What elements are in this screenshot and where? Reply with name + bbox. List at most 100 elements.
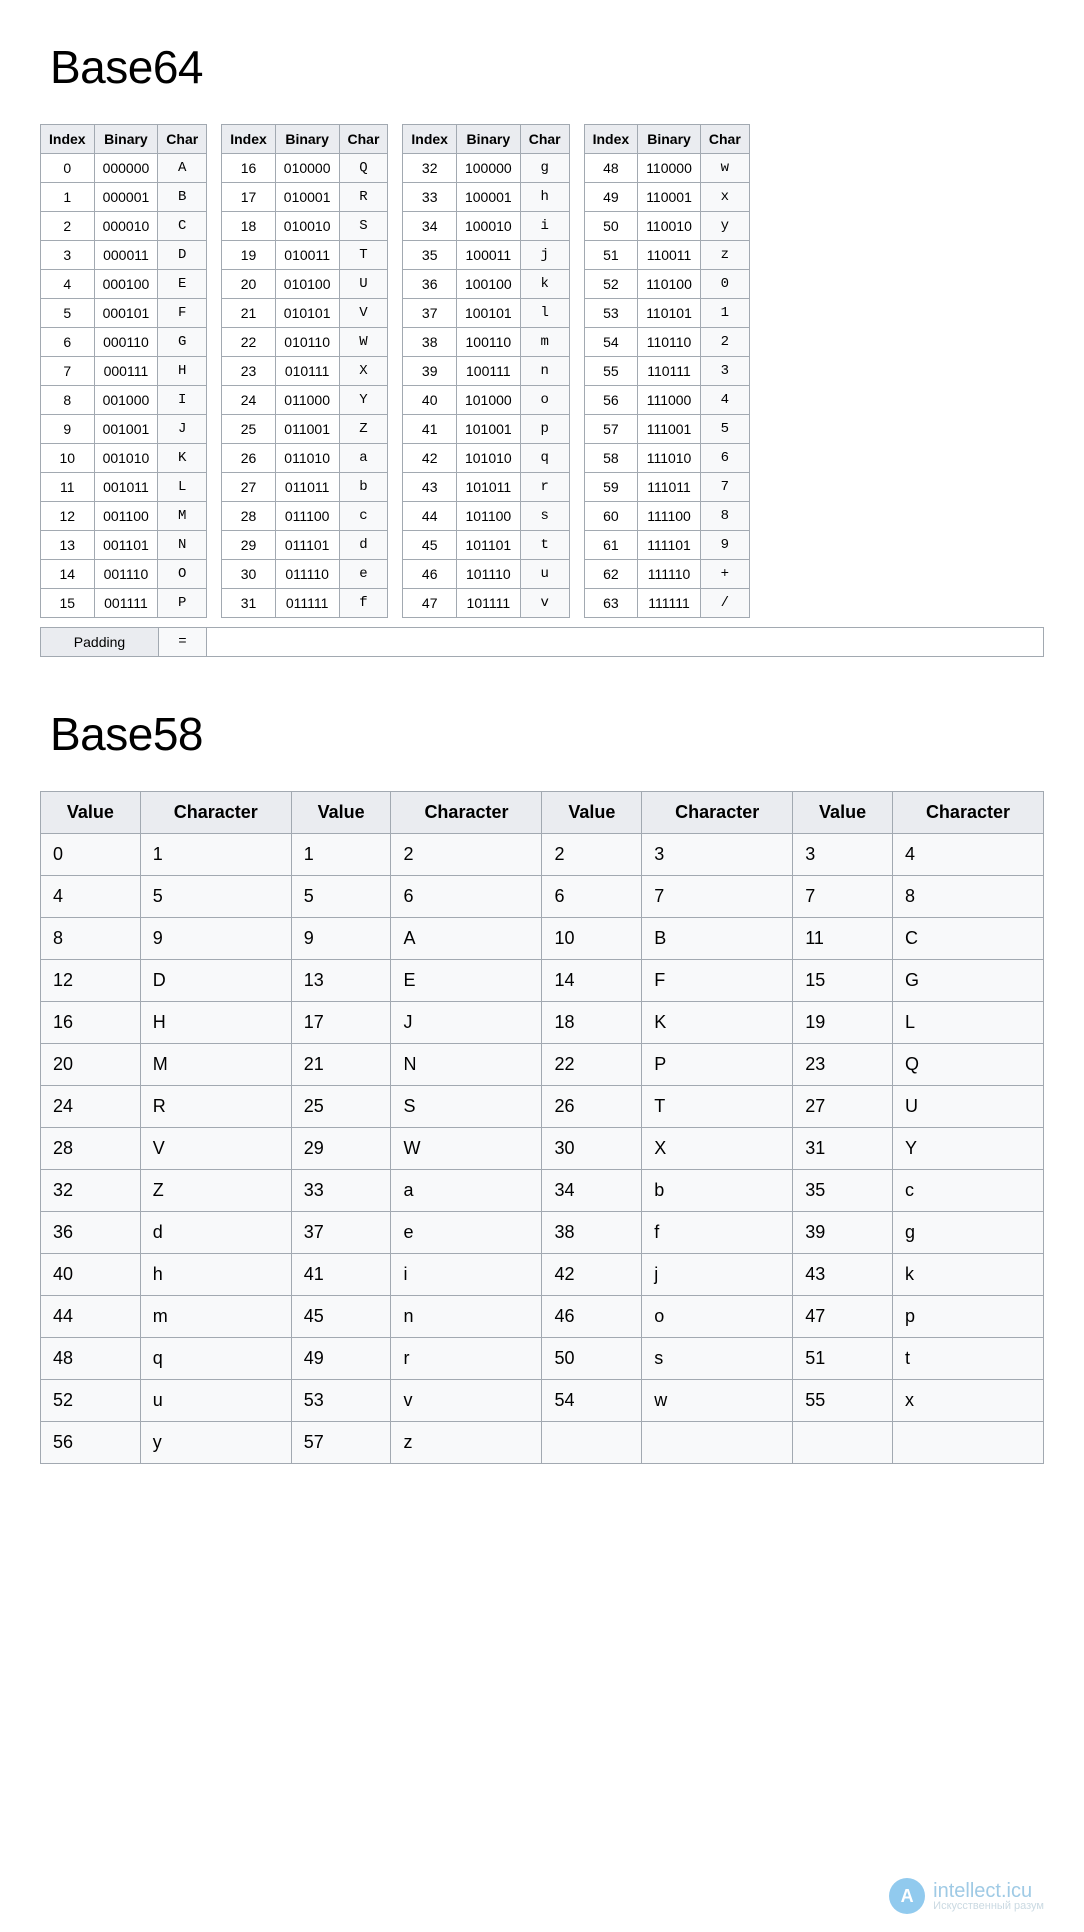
b64-char: y xyxy=(700,212,749,241)
b64-char: u xyxy=(520,560,569,589)
b58-value: 56 xyxy=(41,1422,141,1464)
b64-char: Q xyxy=(339,154,388,183)
b64-binary: 011000 xyxy=(275,386,339,415)
b64-index: 58 xyxy=(584,444,638,473)
b64-char: l xyxy=(520,299,569,328)
b64-index: 29 xyxy=(222,531,276,560)
table-row: 32100000g xyxy=(403,154,569,183)
b64-char: Z xyxy=(339,415,388,444)
b64-index: 9 xyxy=(41,415,95,444)
b64-char: s xyxy=(520,502,569,531)
table-row: 15001111P xyxy=(41,589,207,618)
b58-char: t xyxy=(892,1338,1043,1380)
b64-binary: 001100 xyxy=(94,502,158,531)
b64-char: b xyxy=(339,473,388,502)
b58-value: 1 xyxy=(291,834,391,876)
b58-char: x xyxy=(892,1380,1043,1422)
b58-value: 54 xyxy=(542,1380,642,1422)
b58-char: M xyxy=(140,1044,291,1086)
b64-char: f xyxy=(339,589,388,618)
b64-index: 30 xyxy=(222,560,276,589)
b58-value: 16 xyxy=(41,1002,141,1044)
table-row: 13001101N xyxy=(41,531,207,560)
b64-char: 3 xyxy=(700,357,749,386)
base58-table: ValueCharacterValueCharacterValueCharact… xyxy=(40,791,1044,1464)
b58-value: 44 xyxy=(41,1296,141,1338)
b64-char: i xyxy=(520,212,569,241)
b64-index: 33 xyxy=(403,183,457,212)
b64-binary: 011101 xyxy=(275,531,339,560)
b58-value: 18 xyxy=(542,1002,642,1044)
b58-value: 13 xyxy=(291,960,391,1002)
b58-value: 19 xyxy=(793,1002,893,1044)
b64-binary: 000101 xyxy=(94,299,158,328)
b64-char: J xyxy=(158,415,207,444)
table-row: 21010101V xyxy=(222,299,388,328)
b58-char: 9 xyxy=(140,918,291,960)
b58-char: K xyxy=(642,1002,793,1044)
b58-char: S xyxy=(391,1086,542,1128)
b64-binary: 101010 xyxy=(456,444,520,473)
b64-header-char: Char xyxy=(520,125,569,154)
b58-char: w xyxy=(642,1380,793,1422)
b64-header-index: Index xyxy=(222,125,276,154)
table-row: 10001010K xyxy=(41,444,207,473)
table-row: 20M21N22P23Q xyxy=(41,1044,1044,1086)
b64-binary: 110111 xyxy=(638,357,701,386)
b58-char: g xyxy=(892,1212,1043,1254)
b64-index: 10 xyxy=(41,444,95,473)
base64-subtable: IndexBinaryChar48110000w49110001x5011001… xyxy=(584,124,750,618)
b64-binary: 100000 xyxy=(456,154,520,183)
table-row: 23010111X xyxy=(222,357,388,386)
b58-char: 3 xyxy=(642,834,793,876)
b64-char: O xyxy=(158,560,207,589)
b58-char: r xyxy=(391,1338,542,1380)
b64-index: 19 xyxy=(222,241,276,270)
b64-char: k xyxy=(520,270,569,299)
b64-index: 15 xyxy=(41,589,95,618)
b64-binary: 100011 xyxy=(456,241,520,270)
b64-char: p xyxy=(520,415,569,444)
b58-char: u xyxy=(140,1380,291,1422)
b64-index: 17 xyxy=(222,183,276,212)
table-row: 3000011D xyxy=(41,241,207,270)
b58-char: f xyxy=(642,1212,793,1254)
table-row: 899A10B11C xyxy=(41,918,1044,960)
b64-index: 49 xyxy=(584,183,638,212)
b58-char: 2 xyxy=(391,834,542,876)
b64-char: 0 xyxy=(700,270,749,299)
b58-char: h xyxy=(140,1254,291,1296)
b58-value: 33 xyxy=(291,1170,391,1212)
b58-char: v xyxy=(391,1380,542,1422)
b64-binary: 010111 xyxy=(275,357,339,386)
b64-index: 40 xyxy=(403,386,457,415)
b64-index: 54 xyxy=(584,328,638,357)
b64-binary: 101101 xyxy=(456,531,520,560)
b58-header-character: Character xyxy=(642,792,793,834)
table-row: 48110000w xyxy=(584,154,749,183)
b64-header-binary: Binary xyxy=(638,125,701,154)
table-row: 14001110O xyxy=(41,560,207,589)
b64-binary: 110011 xyxy=(638,241,701,270)
b64-index: 53 xyxy=(584,299,638,328)
b64-header-char: Char xyxy=(158,125,207,154)
b64-binary: 111100 xyxy=(638,502,701,531)
table-row: 30011110e xyxy=(222,560,388,589)
b58-value: 2 xyxy=(542,834,642,876)
b64-index: 52 xyxy=(584,270,638,299)
b58-value: 43 xyxy=(793,1254,893,1296)
b58-char: Q xyxy=(892,1044,1043,1086)
table-row: 45101101t xyxy=(403,531,569,560)
table-row: 36100100k xyxy=(403,270,569,299)
b64-index: 47 xyxy=(403,589,457,618)
b64-binary: 000011 xyxy=(94,241,158,270)
b58-char xyxy=(642,1422,793,1464)
table-row: 48q49r50s51t xyxy=(41,1338,1044,1380)
b58-char: T xyxy=(642,1086,793,1128)
b64-char: r xyxy=(520,473,569,502)
b64-binary: 001010 xyxy=(94,444,158,473)
b64-binary: 010100 xyxy=(275,270,339,299)
b64-binary: 001111 xyxy=(94,589,158,618)
b58-value: 15 xyxy=(793,960,893,1002)
b64-char: v xyxy=(520,589,569,618)
